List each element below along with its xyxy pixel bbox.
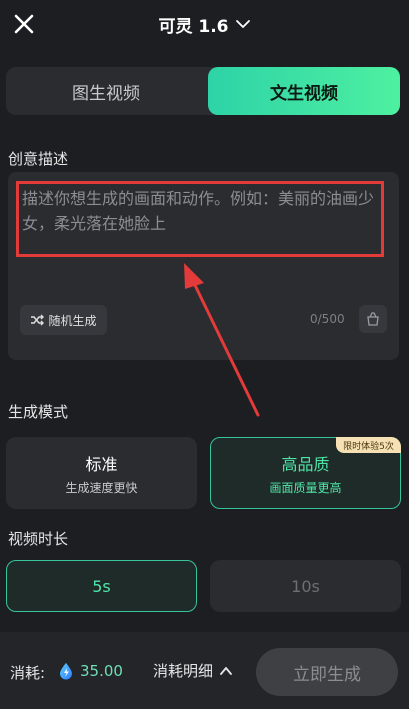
model-selector[interactable]: 可灵 1.6	[0, 10, 409, 38]
highlight-frame	[16, 181, 384, 257]
prompt-section-label: 创意描述	[8, 150, 69, 168]
mode-section-label: 生成模式	[8, 403, 69, 421]
chevron-up-icon	[220, 666, 232, 675]
shuffle-icon	[31, 314, 45, 326]
tab-text-to-video[interactable]: 文生视频	[208, 67, 400, 115]
char-counter: 0/500	[310, 312, 345, 326]
cost-detail-toggle[interactable]: 消耗明细	[153, 660, 233, 681]
duration-label: 10s	[291, 576, 320, 596]
random-generate-label: 随机生成	[48, 313, 97, 328]
mode-title: 标准	[85, 454, 118, 474]
random-generate-button[interactable]: 随机生成	[20, 305, 107, 335]
duration-option-5s[interactable]: 5s	[6, 560, 197, 612]
tab-image-to-video[interactable]: 图生视频	[6, 67, 206, 115]
tab-label: 图生视频	[72, 83, 140, 104]
energy-drop-icon	[60, 663, 72, 680]
model-title: 可灵 1.6	[158, 16, 229, 37]
mode-subtitle: 生成速度更快	[65, 480, 138, 495]
duration-label: 5s	[92, 576, 111, 596]
generate-label: 立即生成	[293, 664, 361, 685]
mode-tabs: 图生视频 文生视频	[6, 67, 400, 115]
mode-option-standard[interactable]: 标准 生成速度更快	[6, 437, 197, 509]
mode-subtitle: 画面质量更高	[269, 480, 342, 495]
cost-label: 消耗:	[10, 664, 46, 682]
cost-detail-label: 消耗明细	[153, 662, 214, 680]
clear-button[interactable]	[359, 305, 387, 333]
duration-option-10s[interactable]: 10s	[210, 560, 401, 612]
chevron-down-icon	[235, 20, 250, 28]
duration-section-label: 视频时长	[8, 530, 69, 548]
generate-button[interactable]: 立即生成	[256, 648, 398, 696]
eraser-icon	[367, 312, 379, 326]
annotation-arrow	[184, 263, 260, 417]
mode-title: 高品质	[281, 454, 330, 474]
tab-label: 文生视频	[270, 83, 338, 104]
cost-value: 35.00	[80, 662, 123, 680]
promo-badge: 限时体验5次	[336, 437, 401, 453]
